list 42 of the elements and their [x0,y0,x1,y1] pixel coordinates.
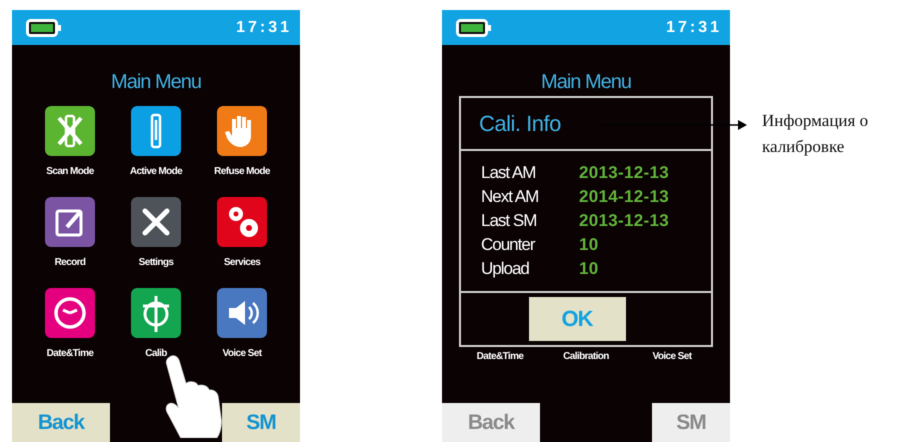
info-value: 2013-12-13 [579,211,670,231]
menu-label: Scan Mode [46,166,94,177]
info-value: 2014-12-13 [579,187,670,207]
info-label: Last AM [481,163,536,183]
menu-item[interactable]: Date&Time [27,288,113,359]
info-label: Counter [481,235,536,255]
menu-label: Calibration [563,351,609,362]
clock-time: 17:31 [236,18,292,36]
clock-time: 17:31 [666,18,722,36]
menu-label: Calib [145,348,167,359]
info-label: Next AM [481,187,540,207]
settings-icon [131,197,181,247]
menu-label: Active Mode [130,166,182,177]
menu-label: Record [54,257,86,268]
menu-item[interactable]: Calib [113,288,199,359]
menu-item[interactable]: Record [27,197,113,268]
menu-label: Voice Set [652,351,692,362]
info-label: Last SM [481,211,538,231]
menu-label: Date&Time [46,348,94,359]
battery-icon [26,18,62,36]
info-value: 10 [579,235,600,255]
info-value: 10 [579,259,600,279]
menu-label: Refuse Mode [214,166,270,177]
info-label: Upload [481,259,530,279]
battery-icon [456,18,492,36]
menu-item[interactable]: Settings [113,197,199,268]
menu-item[interactable]: Refuse Mode [199,106,285,177]
menu-label: Services [224,257,260,268]
record-icon [45,197,95,247]
menu-label: Voice Set [222,348,262,359]
screen-title: Main Menu [541,71,631,94]
menu-label: Date&Time [476,351,524,362]
info-value: 2013-12-13 [579,163,670,183]
clock-icon [45,288,95,338]
dialog-title: Cali. Info [461,98,711,151]
menu-item[interactable]: Active Mode [113,106,199,177]
screen-title: Main Menu [111,71,201,94]
menu-item[interactable]: Services [199,197,285,268]
menu-item[interactable]: Scan Mode [27,106,113,177]
menu-label: Settings [138,257,174,268]
menu-item[interactable]: Voice Set [199,288,285,359]
annotation-text: Информация о калибровке [762,110,870,158]
